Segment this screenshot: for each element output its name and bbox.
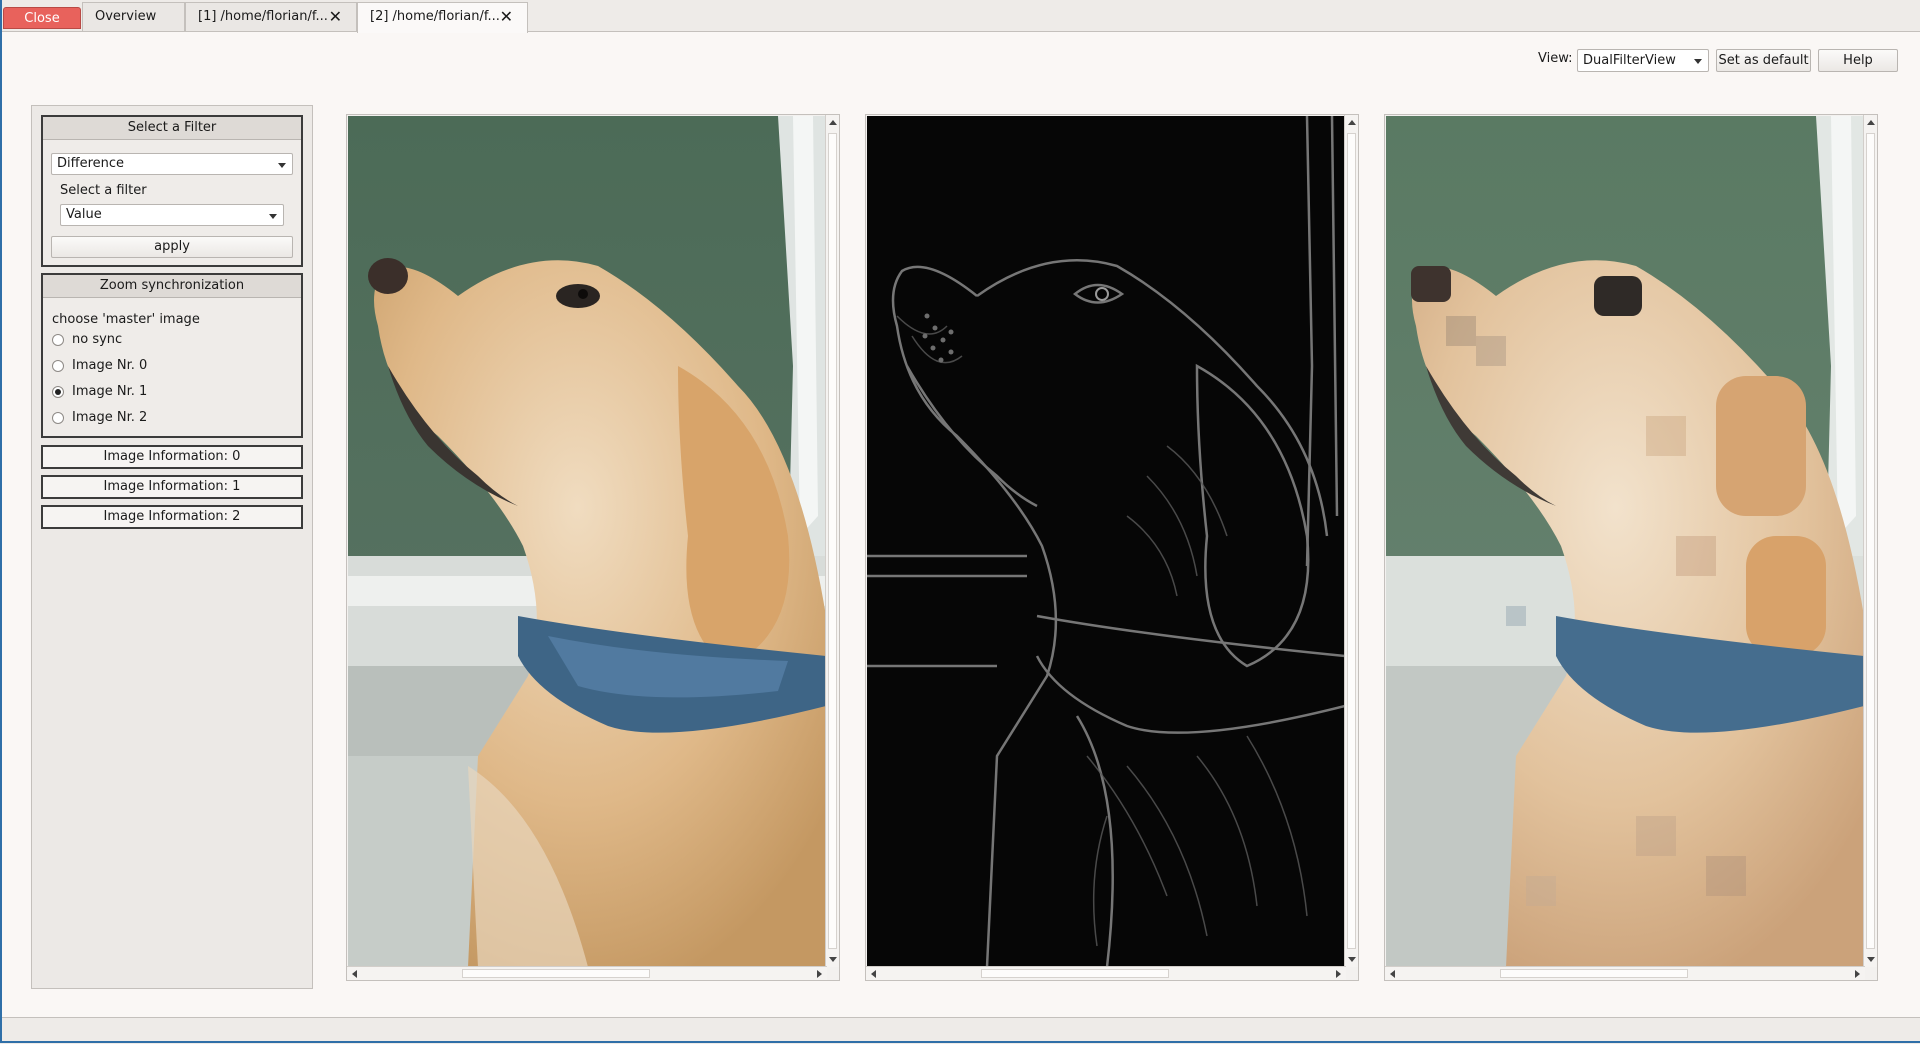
scroll-right-icon[interactable]: [1855, 970, 1860, 978]
image-view-2[interactable]: [1384, 114, 1878, 981]
sub-filter-select[interactable]: Value: [60, 204, 284, 226]
radio-button[interactable]: [52, 386, 64, 398]
scroll-thumb[interactable]: [1866, 133, 1875, 949]
scroll-left-icon[interactable]: [352, 970, 357, 978]
chevron-down-icon: [269, 214, 277, 219]
image-view-0[interactable]: [346, 114, 840, 981]
tab-label: Overview: [95, 9, 157, 24]
sub-filter-value: Value: [66, 207, 102, 222]
horizontal-scrollbar[interactable]: [866, 966, 1346, 980]
radio-label: no sync: [72, 332, 123, 347]
control-panel: Select a Filter Difference Select a filt…: [31, 105, 313, 989]
scroll-down-icon[interactable]: [1867, 957, 1875, 962]
tab-label: [1] /home/florian/f...: [198, 9, 328, 24]
radio-label: Image Nr. 2: [72, 410, 148, 425]
scroll-thumb[interactable]: [1347, 133, 1356, 949]
help-button[interactable]: Help: [1818, 49, 1898, 72]
scroll-thumb[interactable]: [1500, 969, 1688, 978]
filter-type-value: Difference: [57, 156, 125, 171]
scroll-up-icon[interactable]: [829, 120, 837, 125]
horizontal-scrollbar[interactable]: [1385, 966, 1865, 980]
radio-button[interactable]: [52, 360, 64, 372]
scroll-up-icon[interactable]: [1867, 120, 1875, 125]
scroll-thumb[interactable]: [462, 969, 650, 978]
zoom-sync-title: Zoom synchronization: [43, 275, 301, 298]
scroll-up-icon[interactable]: [1348, 120, 1356, 125]
radio-label: Image Nr. 1: [72, 384, 148, 399]
scroll-left-icon[interactable]: [871, 970, 876, 978]
radio-label: Image Nr. 0: [72, 358, 148, 373]
original-image[interactable]: [348, 116, 826, 967]
close-tab-icon[interactable]: ✕: [500, 3, 513, 31]
vertical-scrollbar[interactable]: [1344, 115, 1358, 967]
radio-button[interactable]: [52, 412, 64, 424]
horizontal-scrollbar[interactable]: [347, 966, 827, 980]
filter-group: Select a Filter Difference Select a filt…: [41, 115, 303, 267]
tab-image-2[interactable]: [2] /home/florian/f... ✕: [357, 2, 528, 33]
image-view-1[interactable]: [865, 114, 1359, 981]
close-tab-icon[interactable]: ✕: [329, 3, 342, 31]
status-bar: [0, 1017, 1920, 1044]
scroll-thumb[interactable]: [981, 969, 1169, 978]
dog-photo-original: [348, 116, 826, 967]
tab-bar: Close Overview [1] /home/florian/f... ✕ …: [0, 0, 1920, 33]
zoom-sync-prompt: choose 'master' image: [52, 312, 200, 327]
view-select[interactable]: DualFilterView: [1577, 49, 1709, 72]
close-button[interactable]: Close: [3, 7, 81, 29]
chevron-down-icon: [1694, 59, 1702, 64]
set-as-default-button[interactable]: Set as default: [1716, 49, 1811, 72]
filter-group-title: Select a Filter: [43, 117, 301, 140]
tab-label: [2] /home/florian/f...: [370, 9, 500, 24]
scroll-right-icon[interactable]: [1336, 970, 1341, 978]
vertical-scrollbar[interactable]: [825, 115, 839, 967]
image-info-2-button[interactable]: Image Information: 2: [41, 505, 303, 529]
dog-photo-filtered: [1386, 116, 1864, 967]
filtered-image[interactable]: [1386, 116, 1864, 967]
scroll-down-icon[interactable]: [829, 957, 837, 962]
vertical-scrollbar[interactable]: [1863, 115, 1877, 967]
scroll-right-icon[interactable]: [817, 970, 822, 978]
image-info-1-button[interactable]: Image Information: 1: [41, 475, 303, 499]
sub-filter-label: Select a filter: [60, 183, 147, 198]
dog-photo-edges: [867, 116, 1345, 967]
scroll-down-icon[interactable]: [1348, 957, 1356, 962]
radio-button[interactable]: [52, 334, 64, 346]
scroll-thumb[interactable]: [828, 133, 837, 949]
image-info-0-button[interactable]: Image Information: 0: [41, 445, 303, 469]
view-select-value: DualFilterView: [1583, 53, 1676, 68]
difference-image[interactable]: [867, 116, 1345, 967]
filter-type-select[interactable]: Difference: [51, 153, 293, 175]
scroll-left-icon[interactable]: [1390, 970, 1395, 978]
tab-overview[interactable]: Overview: [82, 2, 185, 31]
zoom-sync-group: Zoom synchronization choose 'master' ima…: [41, 273, 303, 438]
tab-image-1[interactable]: [1] /home/florian/f... ✕: [185, 2, 357, 31]
chevron-down-icon: [278, 163, 286, 168]
view-label: View:: [1538, 51, 1573, 66]
apply-button[interactable]: apply: [51, 236, 293, 258]
